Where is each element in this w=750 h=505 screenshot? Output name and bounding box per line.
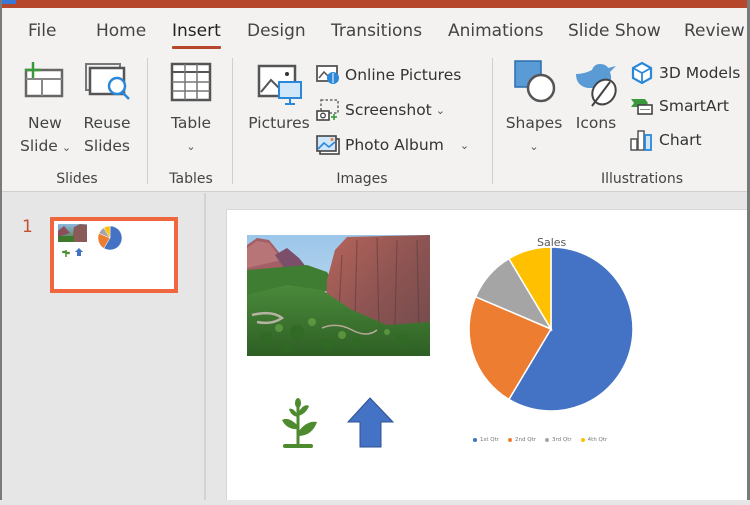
slide-thumbnail[interactable]: [50, 217, 178, 293]
shapes-label: Shapes: [505, 114, 563, 132]
group-label-tables: Tables: [169, 171, 213, 187]
table-icon: [170, 62, 212, 102]
chevron-down-icon: ⌄: [529, 140, 539, 153]
landscape-picture[interactable]: [247, 235, 430, 356]
group-label-slides: Slides: [56, 171, 98, 187]
pictures-label: Pictures: [248, 114, 310, 132]
online-pictures-label: Online Pictures: [345, 66, 462, 84]
new-slide-label-line1: New: [28, 114, 62, 132]
ribbon: New Slide ⌄ Reuse Slides Slides Table ⌄ …: [2, 50, 750, 192]
3d-models-button[interactable]: 3D Models: [630, 61, 740, 85]
up-arrow-shape[interactable]: [346, 397, 395, 448]
title-bar-accent: [2, 0, 16, 4]
photo-album-icon: [316, 135, 340, 155]
smartart-icon: [631, 99, 653, 115]
title-bar: [2, 0, 750, 8]
pictures-icon: [257, 64, 302, 105]
slide-thumbnail-preview: [58, 224, 123, 257]
chevron-down-icon: ⌄: [459, 138, 470, 152]
table-label: Table: [170, 114, 212, 132]
screenshot-icon: [316, 99, 339, 121]
sales-pie-chart[interactable]: [468, 246, 634, 412]
icons-label: Icons: [575, 114, 617, 132]
thumb-plant-icon: [62, 250, 70, 257]
legend-item: 4th Qtr: [580, 437, 608, 443]
tab-slide-show[interactable]: Slide Show: [568, 21, 661, 41]
tab-transitions[interactable]: Transitions: [331, 21, 422, 41]
tab-review[interactable]: Review: [684, 21, 745, 41]
chevron-down-icon: ⌄: [435, 103, 445, 117]
chart-legend: 1st Qtr 2nd Qtr 3rd Qtr 4th Qtr: [473, 437, 607, 443]
smartart-label: SmartArt: [659, 97, 729, 115]
new-slide-label-line2: Slide: [20, 137, 58, 155]
tab-design[interactable]: Design: [247, 21, 306, 41]
group-label-images: Images: [336, 171, 388, 187]
thumb-pie-chart: [97, 225, 123, 251]
chart-icon: [630, 130, 652, 151]
slide-thumbnail-pane: 1: [2, 193, 206, 500]
slide-number: 1: [22, 217, 33, 237]
plant-icon[interactable]: [282, 398, 317, 448]
group-label-illustrations: Illustrations: [600, 171, 683, 187]
legend-item: 1st Qtr: [473, 437, 499, 443]
legend-item: 2nd Qtr: [508, 437, 536, 443]
photo-album-button[interactable]: Photo Album ⌄: [316, 133, 469, 157]
slide-content: [247, 235, 634, 448]
tab-home[interactable]: Home: [96, 21, 146, 41]
online-pictures-button[interactable]: Online Pictures: [316, 63, 461, 87]
legend-label: 2nd Qtr: [515, 437, 537, 443]
tab-file[interactable]: File: [28, 21, 56, 41]
screenshot-label: Screenshot: [345, 101, 432, 119]
legend-label: 4th Qtr: [587, 437, 608, 443]
legend-swatch: [545, 437, 550, 442]
new-slide-icon: [24, 62, 64, 98]
smartart-button[interactable]: SmartArt: [630, 94, 729, 118]
chart-title: Sales: [537, 236, 567, 249]
chart-label: Chart: [659, 131, 702, 149]
3d-models-icon: [631, 61, 653, 85]
reuse-slides-label-line2: Slides: [84, 137, 130, 155]
chart-button[interactable]: Chart: [630, 128, 702, 152]
photo-album-label: Photo Album: [345, 136, 444, 154]
3d-models-label: 3D Models: [659, 64, 741, 82]
tab-animations[interactable]: Animations: [448, 21, 544, 41]
group-separator: [492, 58, 493, 184]
legend-swatch: [508, 437, 513, 442]
screenshot-button[interactable]: Screenshot ⌄: [316, 98, 445, 122]
online-pictures-icon: [316, 65, 339, 84]
group-separator: [232, 58, 233, 184]
ribbon-tabs: File Home Insert Design Transitions Anim…: [2, 8, 750, 50]
icons-icon: [576, 64, 617, 107]
shapes-icon: [514, 60, 556, 103]
legend-label: 3rd Qtr: [552, 437, 572, 443]
chevron-down-icon: ⌄: [61, 141, 72, 154]
group-separator: [147, 58, 148, 184]
reuse-slides-icon: [85, 63, 130, 100]
legend-label: 1st Qtr: [480, 437, 500, 443]
legend-swatch: [580, 437, 585, 442]
tab-insert[interactable]: Insert: [172, 21, 221, 49]
powerpoint-window: File Home Insert Design Transitions Anim…: [0, 0, 750, 500]
legend-item: 3rd Qtr: [545, 437, 572, 443]
chevron-down-icon: ⌄: [186, 140, 196, 153]
reuse-slides-label-line1: Reuse: [83, 114, 131, 132]
legend-swatch: [473, 437, 477, 442]
thumb-arrow-shape: [75, 248, 83, 256]
slide-canvas[interactable]: Sales 1st Qtr 2nd Qtr 3rd Qtr 4th Qtr: [226, 209, 750, 500]
